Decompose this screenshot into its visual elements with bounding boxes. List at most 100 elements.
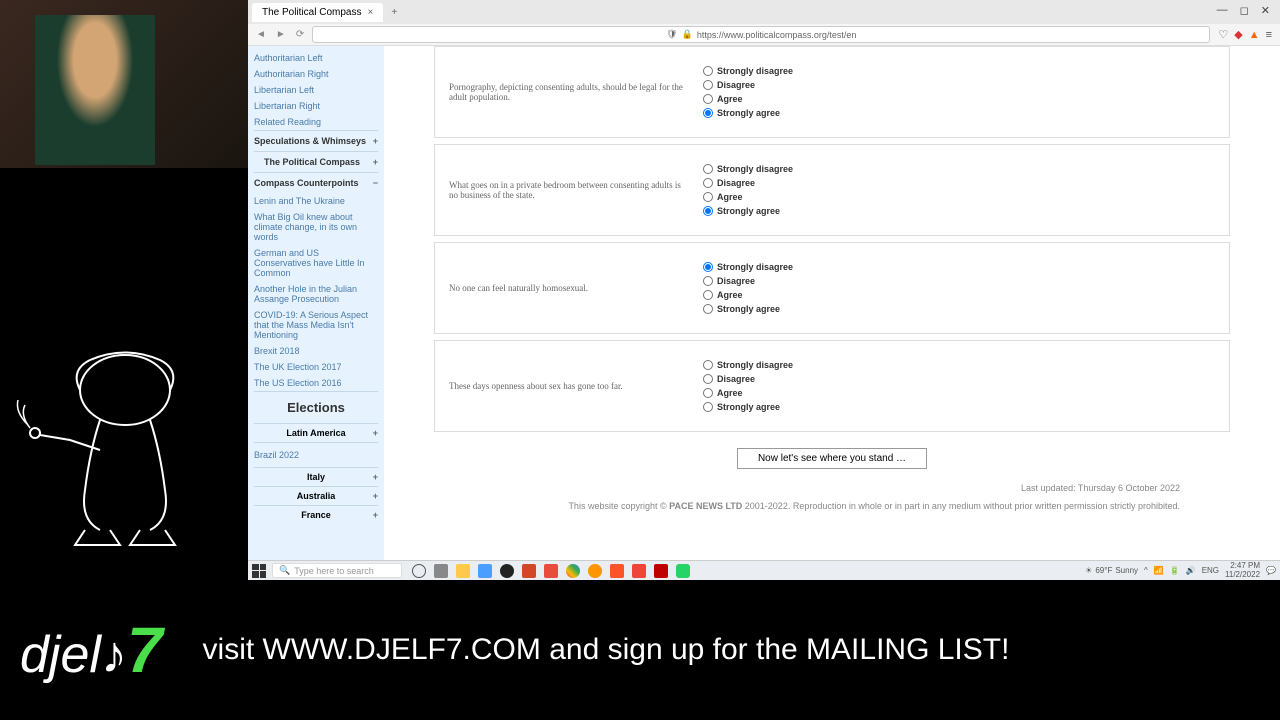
battery-icon[interactable]: 🔋: [1170, 566, 1180, 575]
radio-option[interactable]: Strongly agree: [703, 400, 793, 414]
sidebar-link[interactable]: Authoritarian Left: [254, 50, 378, 66]
reload-icon[interactable]: ⟳: [296, 29, 304, 40]
search-icon: 🔍: [279, 565, 290, 576]
radio-input[interactable]: [703, 192, 713, 202]
url-input[interactable]: 🛡 🔒 https://www.politicalcompass.org/tes…: [312, 26, 1210, 43]
url-text: https://www.politicalcompass.org/test/en: [697, 30, 857, 40]
sidebar-section-counterpoints[interactable]: Compass Counterpoints−: [254, 172, 378, 193]
close-icon[interactable]: ✕: [1261, 4, 1270, 17]
logo-sketch-art: [10, 320, 240, 570]
forward-icon[interactable]: ►: [276, 29, 286, 40]
radio-option[interactable]: Agree: [703, 386, 793, 400]
sidebar-link[interactable]: Brexit 2018: [254, 343, 378, 359]
radio-label: Disagree: [717, 178, 755, 188]
radio-option[interactable]: Strongly disagree: [703, 358, 793, 372]
sidebar-link[interactable]: Another Hole in the Julian Assange Prose…: [254, 281, 378, 307]
taskbar-anydesk-icon[interactable]: [632, 564, 646, 578]
menu-icon[interactable]: ≡: [1266, 29, 1272, 41]
radio-label: Strongly disagree: [717, 360, 793, 370]
sidebar-region[interactable]: Australia+: [254, 486, 378, 505]
sidebar-link[interactable]: Libertarian Right: [254, 98, 378, 114]
radio-option[interactable]: Disagree: [703, 372, 793, 386]
radio-option[interactable]: Strongly disagree: [703, 64, 793, 78]
maximize-icon[interactable]: ◻: [1240, 4, 1249, 17]
browser-tab[interactable]: The Political Compass ×: [252, 3, 383, 22]
taskbar-firefox-icon[interactable]: [588, 564, 602, 578]
radio-input[interactable]: [703, 108, 713, 118]
radio-input[interactable]: [703, 290, 713, 300]
notifications-icon[interactable]: 💬: [1266, 566, 1276, 575]
taskbar-obs-icon[interactable]: [500, 564, 514, 578]
taskbar-whatsapp-icon[interactable]: [676, 564, 690, 578]
taskbar-clock[interactable]: 2:47 PM 11/2/2022: [1225, 562, 1260, 580]
bookmark-icon[interactable]: ♡: [1218, 28, 1228, 41]
weather-widget[interactable]: ☀ 69°F Sunny: [1085, 566, 1138, 575]
new-tab-button[interactable]: +: [383, 7, 405, 18]
radio-option[interactable]: Strongly agree: [703, 204, 793, 218]
radio-input[interactable]: [703, 94, 713, 104]
start-button[interactable]: [252, 564, 266, 578]
radio-input[interactable]: [703, 66, 713, 76]
radio-input[interactable]: [703, 304, 713, 314]
sidebar-link[interactable]: COVID-19: A Serious Aspect that the Mass…: [254, 307, 378, 343]
question-options: Strongly disagreeDisagreeAgreeStrongly a…: [703, 252, 793, 324]
radio-input[interactable]: [703, 80, 713, 90]
sidebar-link[interactable]: Lenin and The Ukraine: [254, 193, 378, 209]
extension-icon[interactable]: ◆: [1234, 28, 1242, 41]
radio-label: Strongly disagree: [717, 66, 793, 76]
radio-input[interactable]: [703, 388, 713, 398]
sidebar-region[interactable]: Italy+: [254, 467, 378, 486]
taskbar-cortana-icon[interactable]: [412, 564, 426, 578]
sidebar-link[interactable]: Brazil 2022: [254, 447, 378, 463]
tab-close-icon[interactable]: ×: [367, 7, 373, 18]
sidebar-link[interactable]: German and US Conservatives have Little …: [254, 245, 378, 281]
taskbar-brave-icon[interactable]: [610, 564, 624, 578]
radio-input[interactable]: [703, 178, 713, 188]
network-icon[interactable]: 📶: [1154, 566, 1164, 575]
radio-option[interactable]: Agree: [703, 190, 793, 204]
chevron-up-icon[interactable]: ^: [1144, 566, 1148, 575]
radio-input[interactable]: [703, 262, 713, 272]
radio-option[interactable]: Disagree: [703, 176, 793, 190]
sidebar-link[interactable]: The US Election 2016: [254, 375, 378, 391]
taskbar-chrome-icon[interactable]: [566, 564, 580, 578]
submit-button[interactable]: Now let's see where you stand …: [737, 448, 927, 469]
sidebar-section-speculations[interactable]: Speculations & Whimseys+: [254, 130, 378, 151]
bat-icon[interactable]: ▲: [1249, 29, 1260, 41]
sidebar-link[interactable]: Libertarian Left: [254, 82, 378, 98]
radio-input[interactable]: [703, 402, 713, 412]
radio-input[interactable]: [703, 164, 713, 174]
radio-option[interactable]: Disagree: [703, 274, 793, 288]
sidebar-region[interactable]: Latin America+: [254, 423, 378, 442]
radio-option[interactable]: Agree: [703, 288, 793, 302]
tab-title: The Political Compass: [262, 7, 361, 18]
taskbar-powerpoint-icon[interactable]: [522, 564, 536, 578]
sidebar-section-compass[interactable]: The Political Compass+: [254, 151, 378, 172]
taskbar-search[interactable]: 🔍 Type here to search: [272, 563, 402, 578]
volume-icon[interactable]: 🔊: [1186, 566, 1196, 575]
radio-option[interactable]: Strongly disagree: [703, 260, 793, 274]
minimize-icon[interactable]: —: [1217, 4, 1228, 17]
radio-input[interactable]: [703, 276, 713, 286]
taskbar-app-icon[interactable]: [478, 564, 492, 578]
radio-input[interactable]: [703, 360, 713, 370]
taskbar-explorer-icon[interactable]: [456, 564, 470, 578]
radio-input[interactable]: [703, 206, 713, 216]
sidebar-link[interactable]: Authoritarian Right: [254, 66, 378, 82]
language-indicator[interactable]: ENG: [1202, 566, 1219, 575]
radio-option[interactable]: Strongly agree: [703, 106, 793, 120]
sidebar-link[interactable]: Related Reading: [254, 114, 378, 130]
sidebar-link[interactable]: What Big Oil knew about climate change, …: [254, 209, 378, 245]
back-icon[interactable]: ◄: [256, 29, 266, 40]
radio-option[interactable]: Disagree: [703, 78, 793, 92]
radio-option[interactable]: Strongly disagree: [703, 162, 793, 176]
footer-updated: Last updated: Thursday 6 October 2022: [434, 479, 1230, 497]
radio-option[interactable]: Agree: [703, 92, 793, 106]
taskbar-taskview-icon[interactable]: [434, 564, 448, 578]
radio-option[interactable]: Strongly agree: [703, 302, 793, 316]
taskbar-filezilla-icon[interactable]: [654, 564, 668, 578]
radio-input[interactable]: [703, 374, 713, 384]
sidebar-link[interactable]: The UK Election 2017: [254, 359, 378, 375]
sidebar-region[interactable]: France+: [254, 505, 378, 524]
taskbar-office-icon[interactable]: [544, 564, 558, 578]
